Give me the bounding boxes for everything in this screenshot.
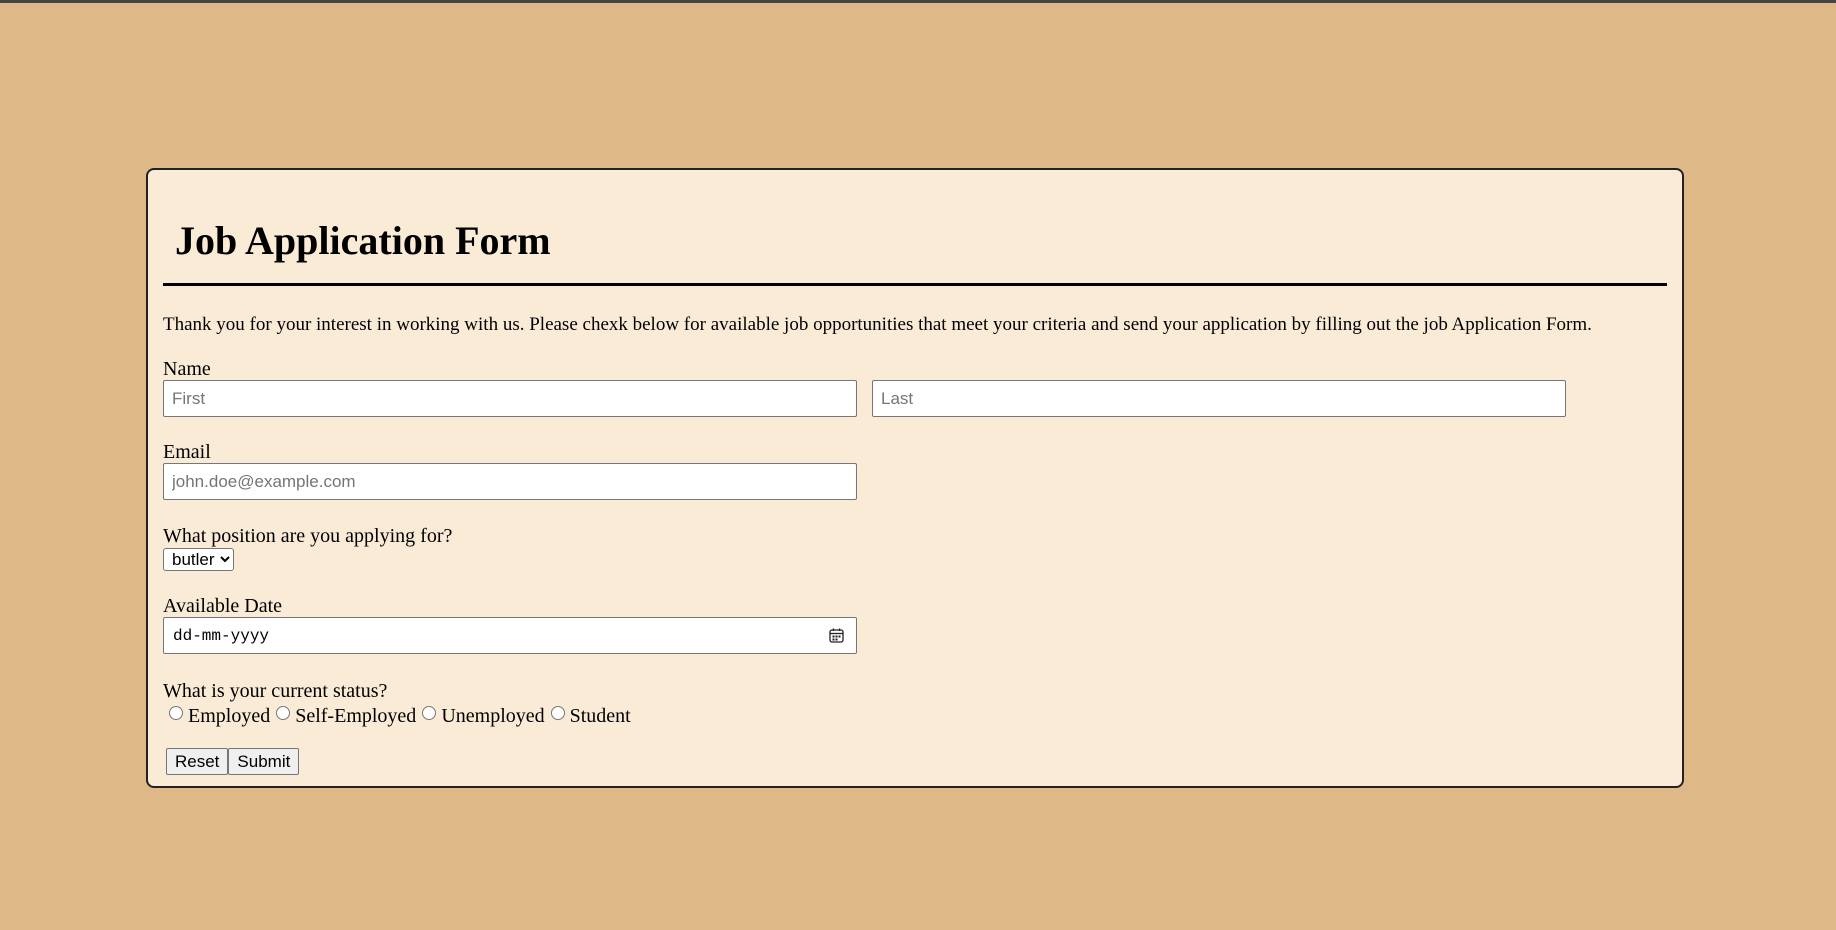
- reset-button[interactable]: Reset: [166, 748, 229, 775]
- date-placeholder: dd-mm-yyyy: [173, 627, 270, 645]
- position-label: What position are you applying for?: [163, 525, 453, 547]
- status-option-label: Student: [569, 705, 631, 727]
- status-radio-group: Employed Self-Employed Unemployed Studen…: [163, 704, 1667, 728]
- available-date-label: Available Date: [163, 595, 283, 617]
- position-select[interactable]: butler: [163, 548, 234, 571]
- available-date-input[interactable]: dd-mm-yyyy: [163, 617, 857, 654]
- first-name-input[interactable]: [163, 380, 857, 417]
- email-label: Email: [163, 441, 211, 463]
- status-radio-self-employed[interactable]: [276, 706, 291, 720]
- status-radio-employed[interactable]: [169, 706, 183, 720]
- title-divider: [163, 283, 1667, 286]
- intro-text: Thank you for your interest in working w…: [163, 314, 1592, 335]
- page-title: Job Application Form: [175, 218, 551, 263]
- calendar-icon[interactable]: [829, 628, 844, 643]
- status-option-label: Self-Employed: [295, 705, 417, 727]
- status-radio-unemployed[interactable]: [422, 706, 437, 720]
- job-application-card: Job Application Form Thank you for your …: [146, 168, 1684, 788]
- last-name-input[interactable]: [872, 380, 1566, 417]
- form-buttons: Reset Submit: [163, 748, 1667, 775]
- status-radio-student[interactable]: [550, 706, 565, 720]
- name-row: [163, 380, 1667, 417]
- name-label: Name: [163, 358, 211, 380]
- status-option-label: Unemployed: [441, 705, 545, 727]
- email-input[interactable]: [163, 463, 857, 500]
- status-label: What is your current status?: [163, 680, 388, 702]
- submit-button[interactable]: Submit: [228, 748, 300, 775]
- status-option-label: Employed: [188, 705, 271, 727]
